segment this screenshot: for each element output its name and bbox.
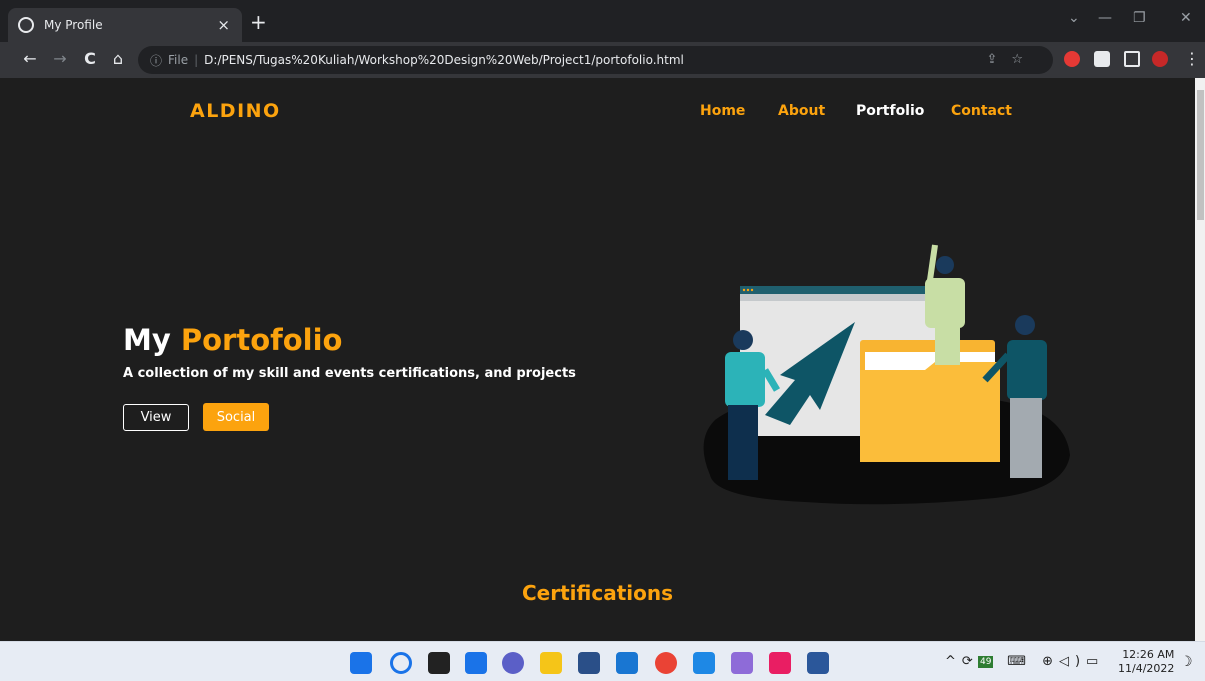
profile-avatar[interactable] — [1152, 51, 1168, 67]
windows-taskbar: ^⟳▦ ⌨ ⊕◁)▭ 49 12:26 AM 11/4/2022 ☽ — [0, 641, 1205, 681]
side-panel-icon[interactable] — [1124, 51, 1140, 67]
chat-icon[interactable] — [502, 652, 524, 674]
address-separator: | — [194, 53, 199, 67]
hero-title-highlight: Portofolio — [180, 323, 343, 357]
scrollbar-thumb[interactable] — [1197, 90, 1204, 220]
view-button[interactable]: View — [123, 404, 189, 431]
nav-portfolio[interactable]: Portfolio — [856, 103, 924, 119]
social-button[interactable]: Social — [203, 403, 269, 431]
extension-icon[interactable] — [1064, 51, 1080, 67]
taskbar-clock[interactable]: 12:26 AM 11/4/2022 — [1118, 648, 1174, 676]
store-icon[interactable] — [578, 652, 600, 674]
scheme-label: File — [168, 53, 189, 67]
hero-title: My Portofolio — [123, 323, 342, 357]
search-icon[interactable] — [390, 652, 412, 674]
clock-date: 11/4/2022 — [1118, 662, 1175, 675]
browser-tab[interactable]: My Profile × — [8, 8, 242, 42]
share-bookmark-icons[interactable]: ⇪☆ — [986, 52, 1037, 67]
system-tray-icons[interactable]: ^⟳▦ ⌨ ⊕◁)▭ — [945, 654, 1104, 669]
chrome-icon[interactable] — [655, 652, 677, 674]
browser-tab-strip: My Profile × + ⌄ — ❐ ✕ — [0, 0, 1205, 42]
forward-button[interactable]: → — [48, 49, 72, 68]
portfolio-illustration — [703, 244, 1070, 505]
back-button[interactable]: ← — [18, 49, 42, 68]
clock-time: 12:26 AM — [1122, 648, 1175, 661]
vscode-icon[interactable] — [693, 652, 715, 674]
close-window-button[interactable]: ✕ — [1180, 10, 1192, 26]
url-text[interactable]: D:/PENS/Tugas%20Kuliah/Workshop%20Design… — [204, 53, 684, 67]
web-page: ALDINO Home About Portfolio Contact My P… — [0, 78, 1195, 641]
nav-contact[interactable]: Contact — [951, 103, 1012, 119]
app-colorful-icon[interactable] — [769, 652, 791, 674]
section-title-certifications: Certifications — [522, 581, 673, 605]
site-logo[interactable]: ALDINO — [190, 100, 281, 122]
home-button[interactable]: ⌂ — [106, 49, 130, 68]
tab-search-icon[interactable]: ⌄ — [1068, 10, 1080, 26]
minimize-button[interactable]: — — [1098, 10, 1112, 26]
info-icon[interactable]: ⓘ — [150, 52, 162, 69]
reload-button[interactable]: C — [78, 49, 102, 68]
tab-close-icon[interactable]: × — [217, 16, 230, 34]
file-explorer-icon[interactable] — [540, 652, 562, 674]
hero-subtitle: A collection of my skill and events cert… — [123, 366, 576, 381]
word-icon[interactable] — [807, 652, 829, 674]
focus-moon-icon[interactable]: ☽ — [1180, 654, 1193, 670]
nav-home[interactable]: Home — [700, 103, 745, 119]
folder-front — [860, 362, 1000, 462]
restore-button[interactable]: ❐ — [1133, 10, 1146, 26]
browser-toolbar: ← → C ⌂ ⓘ File | D:/PENS/Tugas%20Kuliah/… — [0, 42, 1205, 78]
extensions-puzzle-icon[interactable] — [1094, 51, 1110, 67]
new-tab-button[interactable]: + — [250, 12, 267, 32]
widgets-icon[interactable] — [465, 652, 487, 674]
start-icon[interactable] — [350, 652, 372, 674]
task-view-icon[interactable] — [428, 652, 450, 674]
address-bar[interactable]: ⓘ File | D:/PENS/Tugas%20Kuliah/Workshop… — [138, 46, 1053, 74]
hero-title-plain: My — [123, 323, 181, 357]
nav-about[interactable]: About — [778, 103, 825, 119]
app-l-icon[interactable] — [616, 652, 638, 674]
globe-icon — [18, 17, 34, 33]
tray-badge: 49 — [978, 656, 994, 668]
visual-studio-icon[interactable] — [731, 652, 753, 674]
browser-menu-icon[interactable]: ⋮ — [1180, 49, 1204, 68]
tab-title: My Profile — [44, 18, 103, 32]
